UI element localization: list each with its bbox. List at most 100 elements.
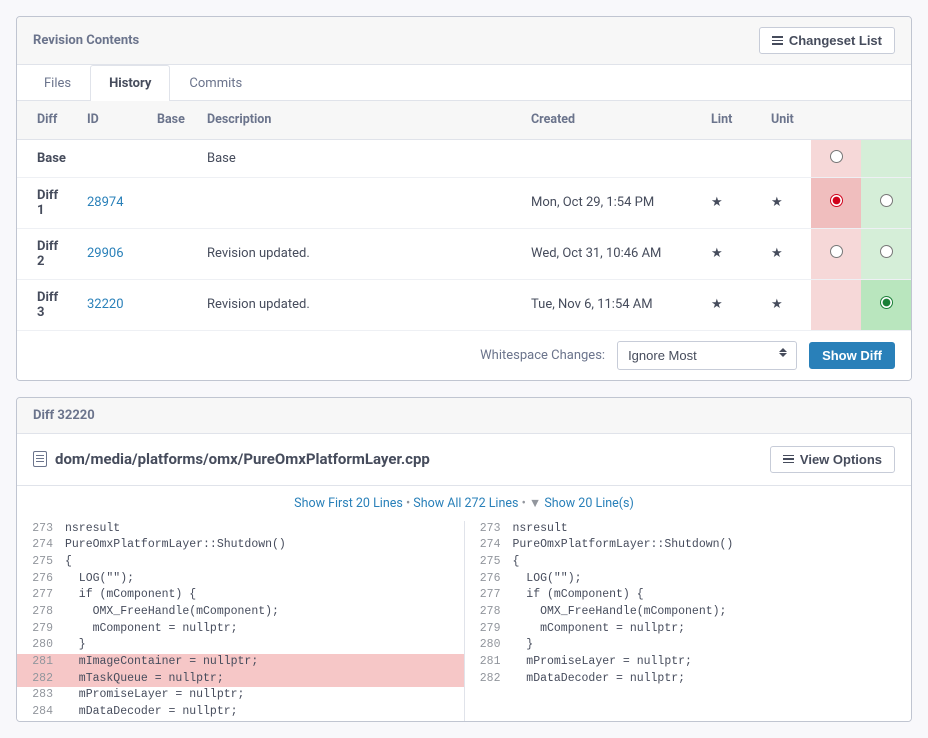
panel-header: Revision Contents Changeset List — [17, 17, 911, 65]
code-text: } — [509, 637, 912, 654]
code-text: mDataDecoder = nullptr; — [509, 671, 912, 688]
table-row: Diff 3 32220 Revision updated.Tue, Nov 6, … — [17, 279, 911, 330]
radio-to[interactable] — [880, 296, 893, 309]
diff-created — [521, 139, 701, 177]
line-number: 276 — [17, 571, 61, 588]
diff-created: Wed, Oct 31, 10:46 AM — [521, 228, 701, 279]
code-text: if (mComponent) { — [509, 587, 912, 604]
code-text: mPromiseLayer = nullptr; — [61, 687, 464, 704]
code-row: 282 mDataDecoder = nullptr; — [465, 671, 912, 688]
code-row: 280 } — [17, 637, 464, 654]
diff-desc — [197, 177, 521, 228]
radio-from[interactable] — [830, 150, 843, 163]
radio-to-cell — [861, 228, 911, 279]
table-row: Diff 128974Mon, Oct 29, 1:54 PM★★ — [17, 177, 911, 228]
lint-status — [701, 139, 761, 177]
tab-commits[interactable]: Commits — [170, 65, 261, 101]
code-text: LOG(""); — [509, 571, 912, 588]
col-lint: Lint — [701, 101, 761, 139]
history-table: Diff ID Base Description Created Lint Un… — [17, 101, 911, 331]
line-number: 276 — [465, 571, 509, 588]
code-text: LOG(""); — [61, 571, 464, 588]
radio-to-cell — [861, 177, 911, 228]
code-row: 275{ — [17, 554, 464, 571]
radio-to[interactable] — [880, 245, 893, 258]
code-row: 274PureOmxPlatformLayer::Shutdown() — [17, 537, 464, 554]
line-number: 281 — [17, 654, 61, 671]
diff-footer: Whitespace Changes: Ignore Most Show Dif… — [17, 331, 911, 380]
show-all-link[interactable]: Show All 272 Lines — [413, 496, 518, 511]
view-options-button[interactable]: View Options — [770, 446, 895, 473]
list-icon — [783, 455, 794, 464]
code-row: 277 if (mComponent) { — [17, 587, 464, 604]
file-title: dom/media/platforms/omx/PureOmxPlatformL… — [33, 450, 430, 468]
code-row: 282 mTaskQueue = nullptr; — [17, 671, 464, 688]
unit-status: ★ — [761, 228, 811, 279]
line-number: 278 — [465, 604, 509, 621]
radio-from-cell — [811, 279, 861, 330]
line-number: 281 — [465, 654, 509, 671]
diff-id-link[interactable]: 32220 — [87, 297, 124, 312]
line-number: 282 — [17, 671, 61, 688]
line-number: 274 — [17, 537, 61, 554]
radio-to[interactable] — [880, 194, 893, 207]
diff-created: Mon, Oct 29, 1:54 PM — [521, 177, 701, 228]
code-row: 280 } — [465, 637, 912, 654]
file-path: dom/media/platforms/omx/PureOmxPlatformL… — [55, 450, 430, 468]
code-text: PureOmxPlatformLayer::Shutdown() — [61, 537, 464, 554]
diff-id-link[interactable]: 29906 — [87, 246, 124, 261]
col-base: Base — [147, 101, 197, 139]
lint-status: ★ — [701, 177, 761, 228]
tabs: Files History Commits — [17, 65, 911, 101]
code-row: 273nsresult — [17, 521, 464, 538]
file-icon — [33, 451, 47, 467]
show-first-link[interactable]: Show First 20 Lines — [294, 496, 403, 511]
diff-label: Diff 3 — [37, 290, 58, 320]
changeset-list-button[interactable]: Changeset List — [759, 27, 895, 54]
unit-status — [761, 139, 811, 177]
code-row: 279 mComponent = nullptr; — [17, 621, 464, 638]
line-number: 274 — [465, 537, 509, 554]
diff-label: Diff 2 — [37, 239, 58, 269]
radio-to-cell — [861, 279, 911, 330]
diff-label: Base — [37, 151, 66, 166]
show-diff-button[interactable]: Show Diff — [809, 342, 895, 369]
file-header: dom/media/platforms/omx/PureOmxPlatformL… — [17, 434, 911, 486]
code-row: 279 mComponent = nullptr; — [465, 621, 912, 638]
code-text: OMX_FreeHandle(mComponent); — [61, 604, 464, 621]
diff-id-link[interactable]: 28974 — [87, 195, 124, 210]
code-row: 276 LOG(""); — [465, 571, 912, 588]
panel-title: Revision Contents — [33, 33, 139, 48]
code-row: 281 mPromiseLayer = nullptr; — [465, 654, 912, 671]
code-text: mPromiseLayer = nullptr; — [509, 654, 912, 671]
code-text: mImageContainer = nullptr; — [61, 654, 464, 671]
diff-panel: Diff 32220 dom/media/platforms/omx/PureO… — [16, 397, 912, 722]
radio-from[interactable] — [830, 245, 843, 258]
code-text: } — [61, 637, 464, 654]
col-desc: Description — [197, 101, 521, 139]
view-options-label: View Options — [800, 452, 882, 467]
line-number: 275 — [17, 554, 61, 571]
radio-to-cell — [861, 139, 911, 177]
code-text: mComponent = nullptr; — [61, 621, 464, 638]
line-number: 275 — [465, 554, 509, 571]
shield-links: Show First 20 Lines • Show All 272 Lines… — [17, 486, 911, 521]
code-text: if (mComponent) { — [61, 587, 464, 604]
diff-desc: Revision updated. — [197, 279, 521, 330]
line-number: 283 — [17, 687, 61, 704]
code-row: 275{ — [465, 554, 912, 571]
radio-from[interactable] — [830, 194, 843, 207]
tab-history[interactable]: History — [90, 65, 170, 101]
line-number: 279 — [465, 621, 509, 638]
diff-body: 273nsresult274PureOmxPlatformLayer::Shut… — [17, 521, 911, 721]
code-text: OMX_FreeHandle(mComponent); — [509, 604, 912, 621]
line-number: 277 — [17, 587, 61, 604]
col-id: ID — [77, 101, 147, 139]
code-row: 284 mDataDecoder = nullptr; — [17, 704, 464, 721]
show-next-link[interactable]: Show 20 Line(s) — [544, 496, 633, 511]
tab-files[interactable]: Files — [25, 65, 90, 101]
revision-contents-panel: Revision Contents Changeset List Files H… — [16, 16, 912, 381]
col-diff: Diff — [17, 101, 77, 139]
diff-created: Tue, Nov 6, 11:54 AM — [521, 279, 701, 330]
whitespace-select[interactable]: Ignore Most — [617, 341, 797, 370]
